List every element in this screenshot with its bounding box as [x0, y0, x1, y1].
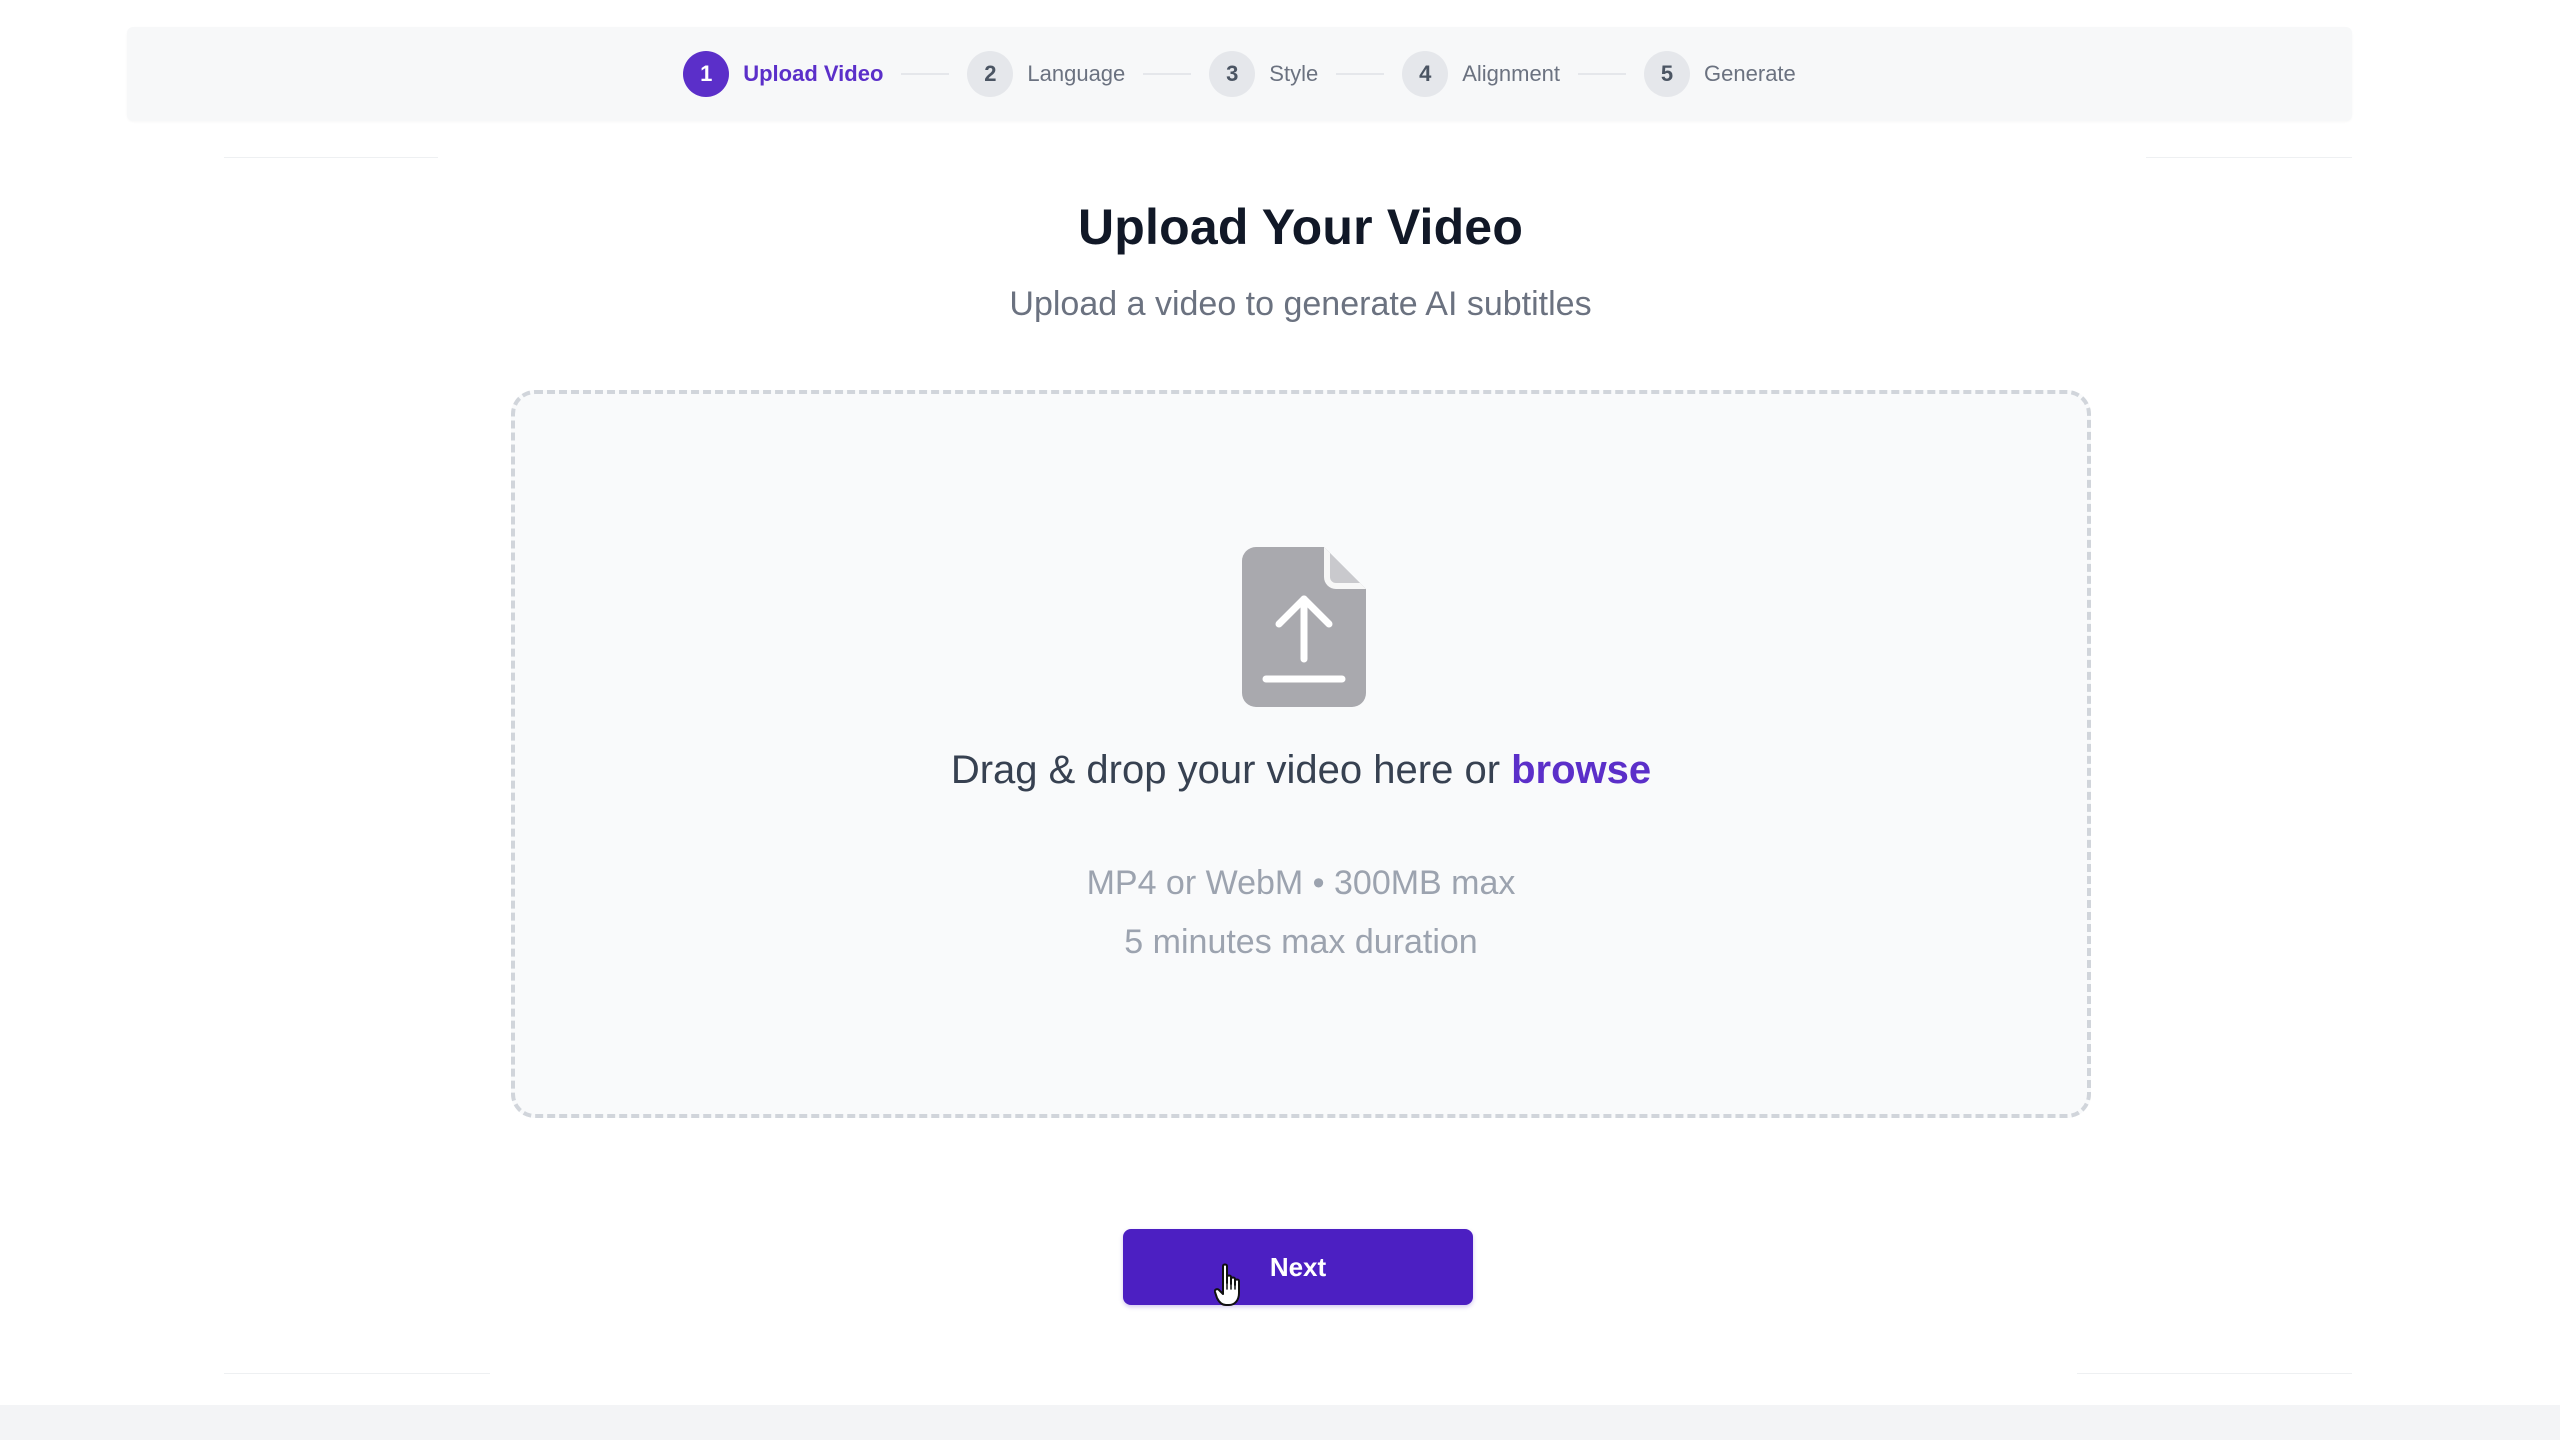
step-number: 5: [1644, 51, 1691, 97]
dropzone-prompt-text: Drag & drop your video here or: [950, 748, 1512, 792]
page-subtitle: Upload a video to generate AI subtitles: [1009, 285, 1592, 323]
step-generate[interactable]: 5 Generate: [1644, 51, 1796, 97]
step-language[interactable]: 2 Language: [967, 51, 1125, 97]
upload-dropzone[interactable]: Drag & drop your video here or browse MP…: [511, 390, 2091, 1118]
file-format-info: MP4 or WebM • 300MB max: [1086, 864, 1516, 902]
step-label: Alignment: [1462, 61, 1561, 86]
hand-pointer-cursor-icon: [1214, 1263, 1240, 1306]
step-connector: [1143, 73, 1192, 75]
step-label: Style: [1269, 61, 1319, 86]
step-connector: [901, 73, 950, 75]
next-button[interactable]: Next: [1123, 1229, 1473, 1305]
step-number: 4: [1402, 51, 1449, 97]
divider: [2146, 157, 2352, 158]
step-style[interactable]: 3 Style: [1209, 51, 1318, 97]
bottom-bar: [0, 1405, 2560, 1440]
dropzone-prompt: Drag & drop your video here or browse: [515, 748, 2087, 793]
divider: [2077, 1373, 2352, 1374]
stepper-bar: 1 Upload Video 2 Language 3 Style 4 Alig…: [127, 27, 2352, 121]
step-connector: [1578, 73, 1627, 75]
browse-link[interactable]: browse: [1511, 748, 1651, 792]
duration-info: 5 minutes max duration: [1124, 923, 1478, 961]
step-label: Upload Video: [743, 61, 884, 86]
step-upload-video[interactable]: 1 Upload Video: [683, 51, 883, 97]
step-number: 1: [683, 51, 730, 97]
step-connector: [1336, 73, 1385, 75]
step-label: Generate: [1704, 61, 1796, 86]
page-title: Upload Your Video: [1077, 199, 1524, 255]
file-upload-icon: [1242, 547, 1366, 707]
step-number: 2: [967, 51, 1014, 97]
step-number: 3: [1209, 51, 1256, 97]
divider: [224, 1373, 490, 1374]
step-alignment[interactable]: 4 Alignment: [1402, 51, 1560, 97]
divider: [224, 157, 438, 158]
step-label: Language: [1027, 61, 1126, 86]
